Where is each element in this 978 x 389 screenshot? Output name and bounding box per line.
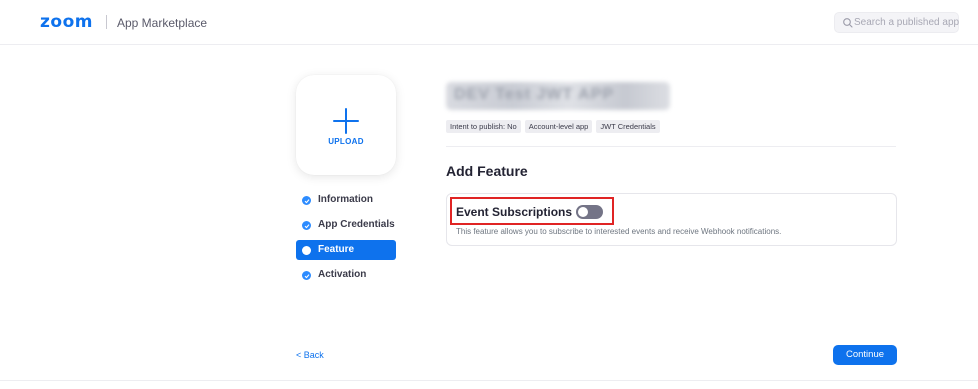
bottom-divider	[0, 380, 978, 381]
section-divider	[446, 146, 896, 147]
feature-name: Event Subscriptions	[456, 205, 573, 219]
zoom-logo[interactable]: zoom	[40, 12, 93, 32]
step-activation[interactable]: Activation	[296, 265, 396, 285]
step-information[interactable]: Information	[296, 190, 396, 210]
active-dot-icon	[302, 246, 311, 255]
marketplace-title[interactable]: App Marketplace	[117, 16, 207, 30]
feature-description: This feature allows you to subscribe to …	[456, 227, 782, 236]
search-placeholder: Search a published app	[854, 17, 960, 28]
step-label: App Credentials	[318, 219, 395, 230]
page: zoom App Marketplace Search a published …	[0, 0, 978, 389]
tag-intent: Intent to publish: No	[446, 120, 521, 133]
header-divider	[106, 15, 107, 29]
back-link[interactable]: < Back	[296, 350, 324, 360]
toggle-knob	[578, 207, 588, 217]
section-title: Add Feature	[446, 163, 528, 179]
app-name-blurred: DEV Test JWT APP	[446, 82, 670, 110]
step-app-credentials[interactable]: App Credentials	[296, 215, 396, 235]
continue-button[interactable]: Continue	[833, 345, 897, 365]
step-label: Activation	[318, 269, 367, 280]
check-icon	[302, 196, 311, 205]
search-input[interactable]: Search a published app	[834, 12, 959, 33]
app-tags: Intent to publish: No Account-level app …	[446, 120, 660, 133]
upload-label: UPLOAD	[328, 137, 364, 146]
search-icon	[843, 18, 853, 28]
step-label: Information	[318, 194, 373, 205]
check-icon	[302, 271, 311, 280]
event-subscriptions-toggle[interactable]	[576, 205, 603, 219]
tag-account-level: Account-level app	[524, 120, 593, 133]
plus-icon	[333, 108, 359, 134]
app-name: DEV Test JWT APP	[454, 86, 615, 103]
check-icon	[302, 221, 311, 230]
top-bar: zoom App Marketplace Search a published …	[0, 0, 978, 45]
step-label: Feature	[318, 244, 355, 255]
step-nav: Information App Credentials Feature Acti…	[296, 190, 396, 290]
upload-icon-button[interactable]: UPLOAD	[296, 75, 396, 175]
step-feature[interactable]: Feature	[296, 240, 396, 260]
tag-jwt: JWT Credentials	[596, 120, 660, 133]
